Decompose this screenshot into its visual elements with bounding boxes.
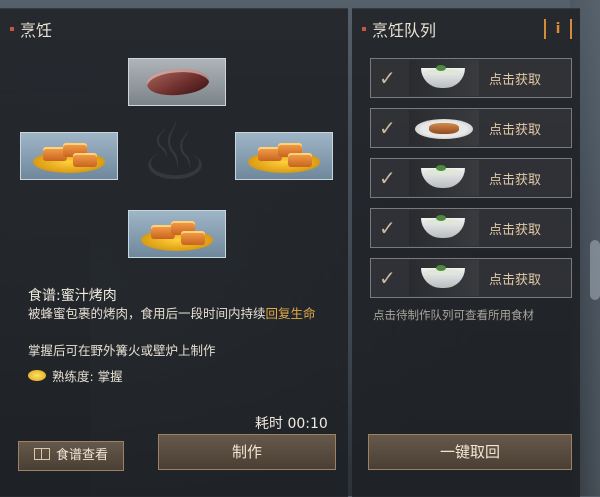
honey-roast-meat-icon	[141, 217, 213, 253]
honey-roast-meat-icon	[33, 139, 105, 175]
queue-title: 烹饪队列	[362, 17, 436, 41]
meat-plate-icon	[409, 110, 479, 146]
queue-item[interactable]: ✓ 点击获取	[370, 258, 572, 298]
recipe-effect-highlight: 回复生命	[265, 306, 316, 321]
mastery-icon	[28, 370, 46, 381]
porridge-bowl-icon	[409, 160, 479, 196]
mastery-level: 熟练度: 掌握	[28, 366, 123, 385]
porridge-bowl-icon	[409, 260, 479, 296]
ingredient-slot-left[interactable]	[20, 132, 118, 180]
recipe-description: 被蜂蜜包裹的烤肉，食用后一段时间内持续回复生命	[28, 306, 316, 321]
check-icon: ✓	[379, 166, 396, 190]
ingredient-slot-top[interactable]	[128, 58, 226, 106]
check-icon: ✓	[379, 266, 396, 290]
ingredient-slot-bottom[interactable]	[128, 210, 226, 258]
check-icon: ✓	[379, 116, 396, 140]
info-button[interactable]: i	[544, 19, 572, 39]
herb-soup-bowl-icon	[409, 60, 479, 96]
raw-meat-icon	[145, 64, 211, 100]
title-marker-icon	[10, 27, 14, 31]
check-icon: ✓	[379, 216, 396, 240]
recipe-location-note: 掌握后可在野外篝火或壁炉上制作	[28, 343, 216, 358]
honey-roast-meat-icon	[248, 139, 320, 175]
queue-hint: 点击待制作队列可查看所用食材	[373, 308, 534, 322]
recipe-view-button[interactable]: 食谱查看	[18, 441, 124, 471]
cooking-title: 烹饪	[10, 17, 52, 41]
check-icon: ✓	[379, 66, 396, 90]
porridge-bowl-icon	[409, 210, 479, 246]
queue-item[interactable]: ✓ 点击获取	[370, 108, 572, 148]
make-button[interactable]: 制作	[158, 434, 336, 470]
campfire-emblem-icon: ♨	[140, 108, 210, 198]
side-scroll-handle[interactable]	[590, 240, 600, 300]
cook-time: 耗时 00:10	[255, 416, 328, 432]
recipe-title: 食谱:蜜汁烤肉	[28, 288, 117, 304]
collect-all-button[interactable]: 一键取回	[368, 434, 572, 470]
ingredient-slot-right[interactable]	[235, 132, 333, 180]
queue-item[interactable]: ✓ 点击获取	[370, 58, 572, 98]
title-marker-icon	[362, 27, 366, 31]
queue-item[interactable]: ✓ 点击获取	[370, 208, 572, 248]
queue-item[interactable]: ✓ 点击获取	[370, 158, 572, 198]
book-icon	[33, 448, 50, 460]
